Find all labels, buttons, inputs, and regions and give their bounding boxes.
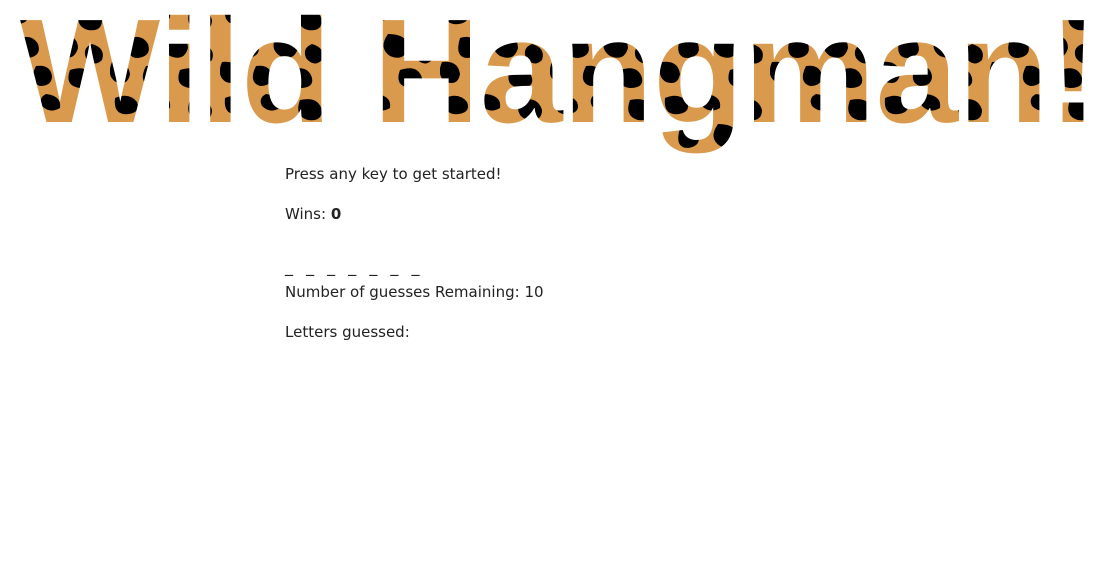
letters-guessed-label: Letters guessed: — [285, 323, 410, 341]
guesses-remaining-row: Number of guesses Remaining: 10 — [285, 282, 885, 302]
wins-row: Wins: 0 — [285, 204, 885, 224]
word-blanks: _ _ _ _ _ _ _ — [285, 257, 424, 276]
page: Wild Hangman! Press any key to get start… — [0, 0, 1118, 584]
game-panel: Press any key to get started! Wins: 0 _ … — [285, 164, 885, 362]
guesses-remaining-label: Number of guesses Remaining: — [285, 283, 520, 301]
letters-guessed-row: Letters guessed: — [285, 322, 885, 342]
title-svg: Wild Hangman! — [20, 0, 1098, 154]
instructions-text: Press any key to get started! — [285, 165, 502, 183]
title-banner: Wild Hangman! — [0, 0, 1118, 160]
wins-count: 0 — [330, 205, 342, 223]
page-title: Wild Hangman! — [20, 0, 1098, 154]
guesses-remaining-count: 10 — [524, 283, 544, 301]
wins-label: Wins: — [285, 205, 327, 223]
